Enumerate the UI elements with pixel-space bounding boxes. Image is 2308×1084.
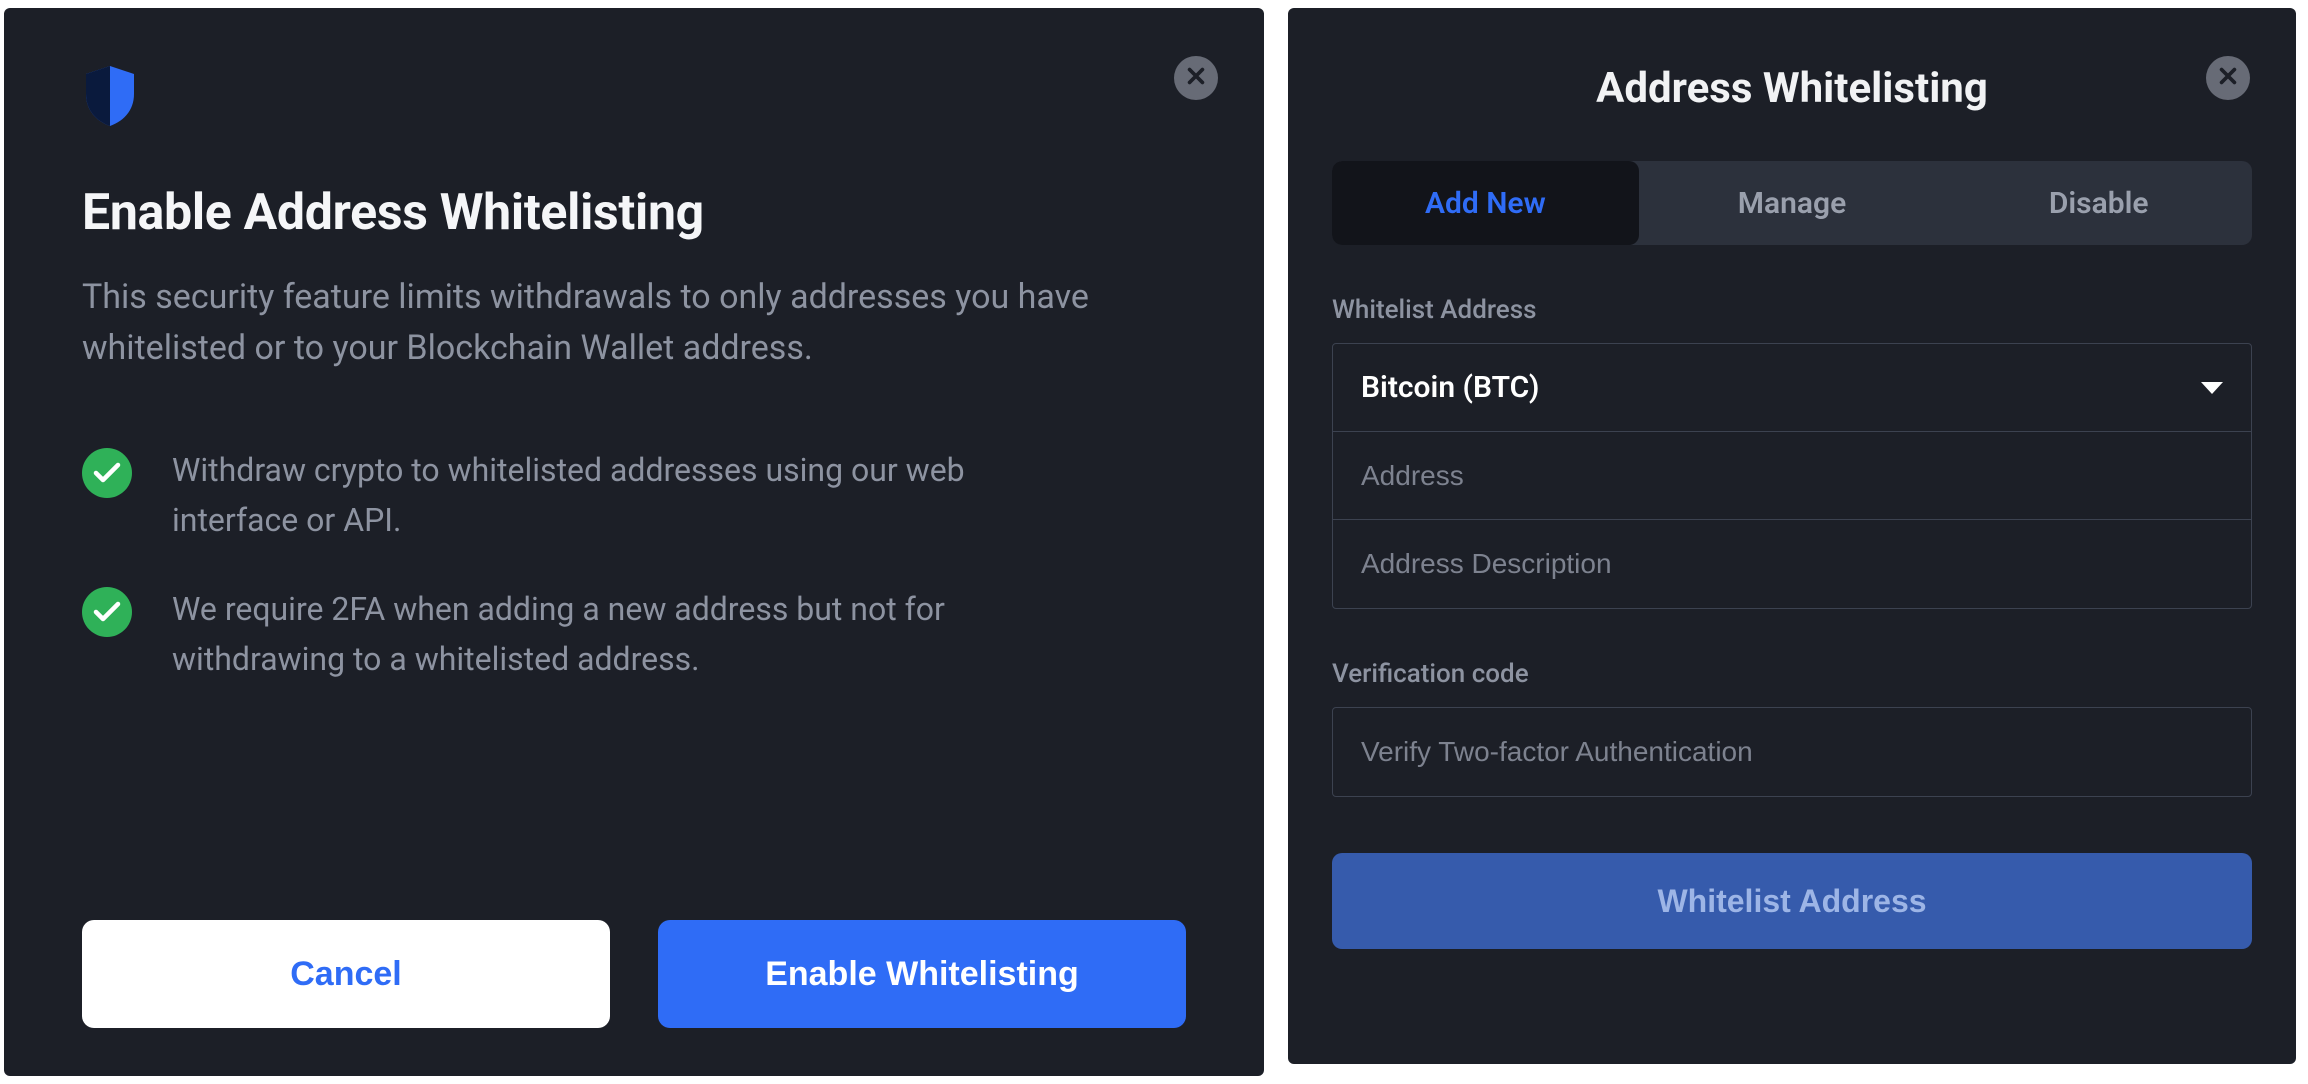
enable-whitelisting-modal: Enable Address Whitelisting This securit… [4,8,1264,1076]
modal-subtitle: This security feature limits withdrawals… [82,272,1132,374]
tab-disable[interactable]: Disable [1945,161,2252,245]
feature-item: We require 2FA when adding a new address… [82,585,1186,684]
enable-whitelisting-button[interactable]: Enable Whitelisting [658,920,1186,1028]
cancel-button[interactable]: Cancel [82,920,610,1028]
feature-text: Withdraw crypto to whitelisted addresses… [172,446,1052,545]
currency-selected-value: Bitcoin (BTC) [1361,370,1539,405]
close-icon [2217,65,2239,91]
check-icon [82,448,132,498]
tab-manage[interactable]: Manage [1639,161,1946,245]
whitelist-field-group: Bitcoin (BTC) [1332,343,2252,609]
currency-select[interactable]: Bitcoin (BTC) [1333,344,2251,432]
check-icon [82,587,132,637]
feature-list: Withdraw crypto to whitelisted addresses… [82,446,1186,684]
modal-title: Enable Address Whitelisting [82,184,1186,242]
chevron-down-icon [2201,382,2223,394]
address-input[interactable] [1333,432,2251,520]
tab-bar: Add New Manage Disable [1332,161,2252,245]
feature-item: Withdraw crypto to whitelisted addresses… [82,446,1186,545]
verification-field-group [1332,707,2252,797]
tab-add-new[interactable]: Add New [1332,161,1639,245]
button-row: Cancel Enable Whitelisting [82,920,1186,1028]
two-factor-input[interactable] [1333,708,2251,796]
close-button[interactable] [2206,56,2250,100]
address-whitelisting-panel: Address Whitelisting Add New Manage Disa… [1288,8,2296,1064]
panel-title: Address Whitelisting [1332,64,2252,113]
close-icon [1185,65,1207,91]
whitelist-address-label: Whitelist Address [1332,295,2252,325]
feature-text: We require 2FA when adding a new address… [172,585,1052,684]
shield-icon [82,64,138,128]
close-button[interactable] [1174,56,1218,100]
whitelist-address-button[interactable]: Whitelist Address [1332,853,2252,949]
verification-code-label: Verification code [1332,659,2252,689]
canvas: Enable Address Whitelisting This securit… [0,0,2308,1084]
address-description-input[interactable] [1333,520,2251,608]
